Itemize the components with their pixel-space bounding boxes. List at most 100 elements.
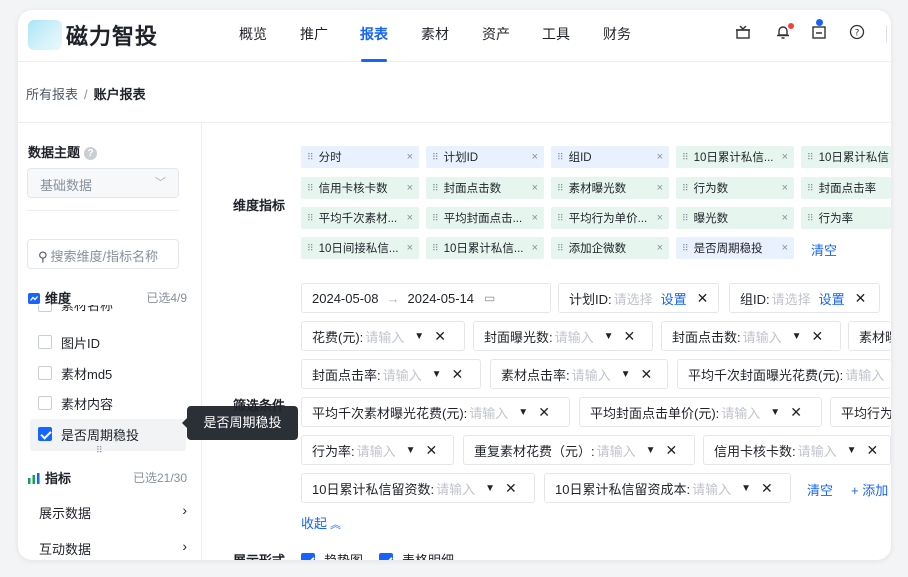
numeric-filter[interactable]: 10日累计私信留资数: 请输入 ▼ ✕: [301, 473, 535, 503]
drag-handle-icon[interactable]: ⠿: [557, 152, 564, 163]
close-icon[interactable]: ✕: [426, 442, 438, 459]
search-input[interactable]: ⚲ 搜索维度/指标名称: [27, 239, 179, 269]
drag-handle-icon[interactable]: ⠿: [682, 243, 689, 254]
close-icon[interactable]: ✕: [812, 328, 824, 345]
set-button[interactable]: 设置: [819, 289, 845, 308]
close-icon[interactable]: ×: [782, 242, 788, 254]
close-icon[interactable]: ×: [657, 212, 663, 224]
drag-handle-icon[interactable]: ⠿: [432, 152, 439, 163]
close-icon[interactable]: ×: [532, 242, 538, 254]
metric-chip[interactable]: ⠿ 平均封面点击... ×: [426, 207, 544, 229]
drag-handle-icon[interactable]: ⠿: [682, 213, 689, 224]
close-icon[interactable]: ×: [532, 212, 538, 224]
metric-chip[interactable]: ⠿ 组ID ×: [551, 146, 669, 168]
drag-handle-icon[interactable]: ⠿: [432, 243, 439, 254]
message-icon[interactable]: [810, 24, 828, 42]
tab-overview[interactable]: 概览: [239, 24, 267, 44]
close-icon[interactable]: ×: [532, 182, 538, 194]
chevron-down-icon[interactable]: ▼: [414, 331, 424, 342]
close-icon[interactable]: ×: [657, 182, 663, 194]
close-icon[interactable]: ✕: [452, 366, 464, 383]
metric-chip[interactable]: ⠿ 曝光数 ×: [676, 207, 794, 229]
drag-handle-icon[interactable]: ⠿: [432, 213, 439, 224]
tab-promotion[interactable]: 推广: [300, 24, 328, 44]
metric-chip[interactable]: ⠿ 平均行为单价... ×: [551, 207, 669, 229]
drag-handle-icon[interactable]: ⠿: [557, 183, 564, 194]
drag-handle-icon[interactable]: ⠿: [557, 213, 564, 224]
drag-handle-icon[interactable]: ⠿: [557, 243, 564, 254]
checkbox[interactable]: [38, 305, 52, 312]
numeric-filter[interactable]: 信用卡核卡数: 请输入 ▼ ✕: [703, 435, 891, 465]
numeric-filter[interactable]: 平均千次素材曝光花费(元): 请输入 ▼ ✕: [301, 397, 570, 427]
chevron-down-icon[interactable]: ▼: [604, 331, 614, 342]
close-icon[interactable]: ×: [407, 242, 413, 254]
close-icon[interactable]: ✕: [697, 290, 709, 307]
clear-dimensions-button[interactable]: 清空: [811, 240, 837, 259]
tab-reports[interactable]: 报表: [360, 24, 388, 44]
tab-tools[interactable]: 工具: [542, 24, 570, 44]
checkbox[interactable]: [38, 335, 52, 349]
metric-chip[interactable]: ⠿ 封面点击率: [801, 177, 891, 199]
drag-handle-icon[interactable]: ⠿: [307, 213, 314, 224]
metric-chip[interactable]: ⠿ 素材曝光数 ×: [551, 177, 669, 199]
chevron-down-icon[interactable]: ▼: [741, 483, 751, 494]
numeric-filter[interactable]: 封面曝光数: 请输入 ▼ ✕: [473, 321, 653, 351]
add-filter-button[interactable]: + 添加: [851, 480, 891, 499]
numeric-filter[interactable]: 平均行为: [830, 397, 891, 427]
tab-materials[interactable]: 素材: [421, 24, 449, 44]
close-icon[interactable]: ✕: [641, 366, 653, 383]
close-icon[interactable]: ✕: [855, 290, 867, 307]
metric-chip[interactable]: ⠿ 10日累计私信... ×: [676, 146, 794, 168]
chevron-down-icon[interactable]: ▼: [518, 407, 528, 418]
set-button[interactable]: 设置: [661, 289, 687, 308]
display-option-trend[interactable]: 趋势图: [301, 550, 363, 560]
help-circle-icon[interactable]: ?: [84, 147, 98, 160]
numeric-filter[interactable]: 封面点击率: 请输入 ▼ ✕: [301, 359, 481, 389]
metric-chip[interactable]: ⠿ 行为率: [801, 207, 891, 229]
tab-finance[interactable]: 财务: [603, 24, 631, 44]
close-icon[interactable]: ×: [407, 212, 413, 224]
gift-icon[interactable]: [734, 24, 752, 42]
chevron-down-icon[interactable]: ▼: [847, 445, 857, 456]
close-icon[interactable]: ×: [532, 151, 538, 163]
checkbox-checked[interactable]: [379, 552, 393, 560]
numeric-filter[interactable]: 素材点击率: 请输入 ▼ ✕: [490, 359, 668, 389]
plan-id-filter[interactable]: 计划ID: 请选择 设置 ✕: [558, 283, 719, 313]
numeric-filter[interactable]: 平均封面点击单价(元): 请输入 ▼ ✕: [579, 397, 822, 427]
close-icon[interactable]: ×: [782, 212, 788, 224]
date-range-picker[interactable]: 2024-05-08 → 2024-05-14 ▭: [301, 283, 551, 313]
metric-chip[interactable]: ⠿ 10日间接私信... ×: [301, 237, 419, 259]
metric-chip[interactable]: ⠿ 平均千次素材... ×: [301, 207, 419, 229]
chevron-down-icon[interactable]: ▼: [792, 331, 802, 342]
metric-chip[interactable]: ⠿ 是否周期稳投 ×: [676, 237, 794, 259]
close-icon[interactable]: ×: [782, 151, 788, 163]
metric-chip[interactable]: ⠿ 信用卡核卡数 ×: [301, 177, 419, 199]
group-id-filter[interactable]: 组ID: 请选择 设置 ✕: [729, 283, 880, 313]
close-icon[interactable]: ✕: [790, 404, 802, 421]
close-icon[interactable]: ×: [407, 182, 413, 194]
tab-assets[interactable]: 资产: [482, 24, 510, 44]
close-icon[interactable]: ✕: [867, 442, 879, 459]
checkbox-checked[interactable]: [301, 552, 315, 560]
chevron-down-icon[interactable]: ▼: [485, 483, 495, 494]
list-item[interactable]: 图片ID: [38, 331, 100, 353]
list-item[interactable]: 素材内容: [38, 392, 113, 414]
help-icon[interactable]: ?: [848, 24, 866, 42]
close-icon[interactable]: ✕: [624, 328, 636, 345]
display-option-table[interactable]: 表格明细: [379, 550, 454, 560]
close-icon[interactable]: ✕: [761, 480, 773, 497]
numeric-filter[interactable]: 封面点击数: 请输入 ▼ ✕: [661, 321, 841, 351]
chevron-down-icon[interactable]: ▼: [770, 407, 780, 418]
list-item[interactable]: 是否周期稳投: [38, 423, 139, 445]
drag-handle-icon[interactable]: ⠿: [432, 183, 439, 194]
metric-chip[interactable]: ⠿ 10日累计私信... ×: [426, 237, 544, 259]
close-icon[interactable]: ×: [782, 182, 788, 194]
drag-handle-icon[interactable]: ⠿: [307, 183, 314, 194]
drag-handle-icon[interactable]: ⠿: [682, 152, 689, 163]
collapse-button[interactable]: 收起 ︽: [301, 513, 341, 532]
checkbox-checked[interactable]: [38, 427, 52, 441]
numeric-filter[interactable]: 素材曝: [848, 321, 891, 351]
chevron-down-icon[interactable]: ▼: [406, 445, 416, 456]
list-item[interactable]: 素材md5: [38, 362, 112, 384]
drag-handle-icon[interactable]: ⠿: [307, 152, 314, 163]
